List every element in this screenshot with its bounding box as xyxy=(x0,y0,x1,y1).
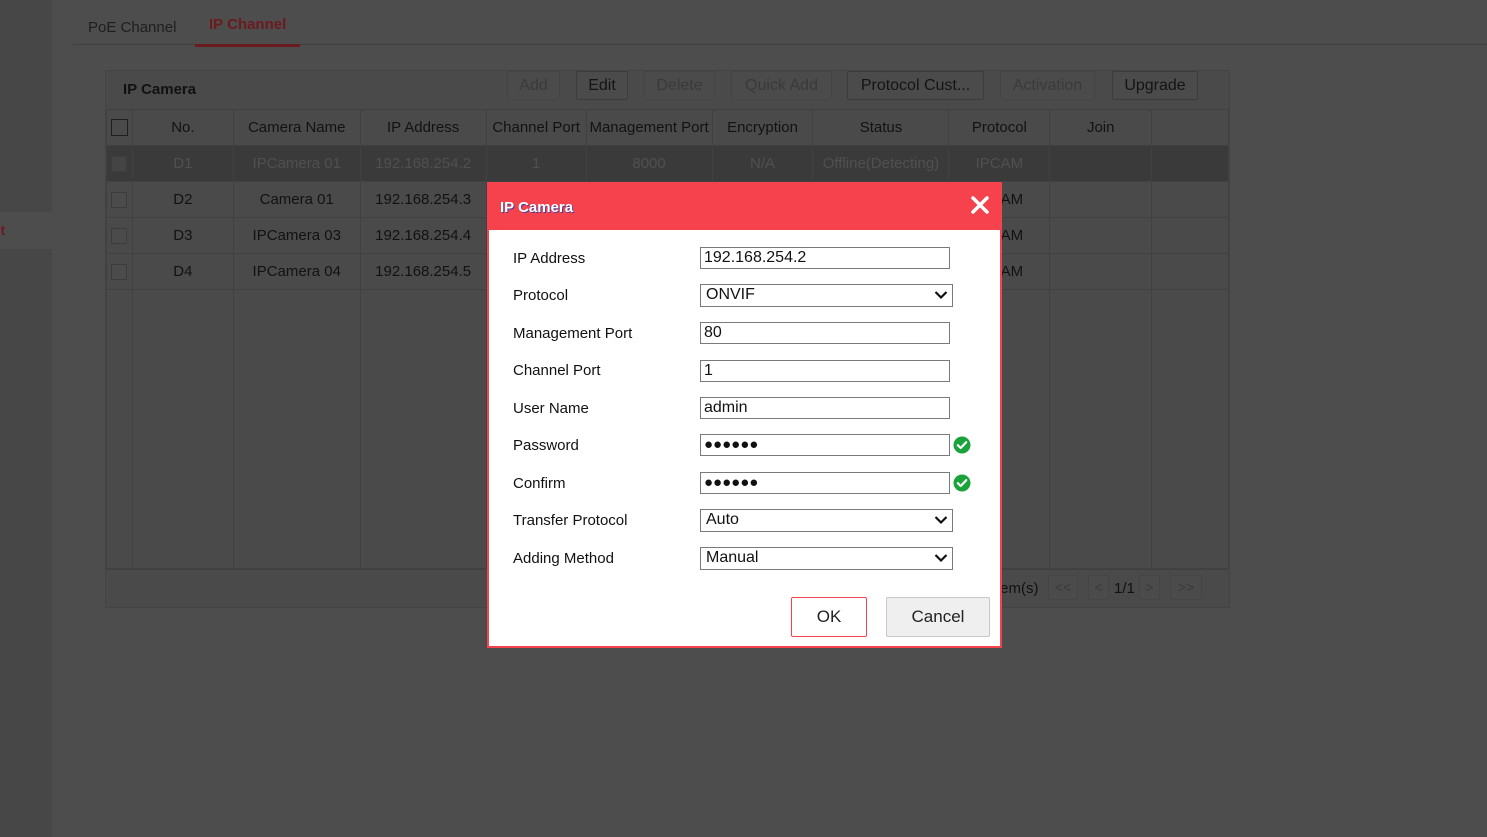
column-header: Channel Port xyxy=(485,109,587,146)
cell-join xyxy=(1049,145,1153,182)
select-all-checkbox[interactable] xyxy=(110,119,128,137)
table-row[interactable]: D1 IPCamera 01 192.168.254.2 1 8000 N/A … xyxy=(106,145,1229,182)
sidebar: nt xyxy=(0,0,52,837)
check-circle-icon xyxy=(953,436,971,454)
cell-status: Offline(Detecting) xyxy=(812,145,950,182)
cell-camera-name: Camera 01 xyxy=(232,181,361,218)
channel-tabs: PoE Channel IP Channel xyxy=(73,0,1487,47)
cell-protocol: IPCAM xyxy=(948,145,1051,182)
cell-camera-name: IPCamera 04 xyxy=(232,253,361,290)
column-header: No. xyxy=(131,109,234,146)
protocol-value: ONVIF xyxy=(706,286,755,303)
password-label: Password xyxy=(513,437,579,454)
channel-port-input[interactable]: 1 xyxy=(700,360,950,382)
cell-camera-name: IPCamera 01 xyxy=(232,145,361,182)
edit-button[interactable]: Edit xyxy=(576,71,628,100)
transfer-protocol-value: Auto xyxy=(706,511,739,528)
password-input[interactable]: ●●●●●● xyxy=(700,434,950,456)
quick-add-button[interactable]: Quick Add xyxy=(731,71,832,100)
transfer-protocol-label: Transfer Protocol xyxy=(513,512,628,529)
adding-method-value: Manual xyxy=(706,549,759,566)
cell-extra xyxy=(1151,145,1229,182)
sidebar-item-label: nt xyxy=(0,222,6,238)
dialog-title: IP Camera xyxy=(500,199,574,216)
protocol-label: Protocol xyxy=(513,287,569,304)
column-header: Status xyxy=(812,109,950,146)
user-name-label: User Name xyxy=(513,400,589,417)
transfer-protocol-select[interactable]: Auto xyxy=(700,509,953,532)
column-header: IP Address xyxy=(359,109,487,146)
cell-ip-address: 192.168.254.4 xyxy=(359,217,487,254)
upgrade-button[interactable]: Upgrade xyxy=(1112,71,1198,100)
column-header: Management Port xyxy=(585,109,713,146)
cell-join xyxy=(1049,181,1153,218)
cell-no: D2 xyxy=(131,181,234,218)
page-indicator: 1/1 xyxy=(1114,580,1135,597)
cell-encryption: N/A xyxy=(711,145,814,182)
item-count-label: tem(s) xyxy=(996,580,1039,597)
cell-no: D1 xyxy=(131,145,234,182)
ok-button[interactable]: OK xyxy=(791,597,867,637)
sidebar-item-active[interactable]: nt xyxy=(0,212,52,249)
cell-no: D3 xyxy=(131,217,234,254)
delete-button[interactable]: Delete xyxy=(644,71,715,100)
chevron-down-icon xyxy=(934,554,948,563)
cell-extra xyxy=(1151,181,1229,218)
ip-address-input[interactable]: 192.168.254.2 xyxy=(700,247,950,269)
confirm-password-input[interactable]: ●●●●●● xyxy=(700,472,950,494)
ip-camera-dialog: IP Camera IP Address 192.168.254.2 Proto… xyxy=(487,182,1002,648)
table-header-row: No. Camera Name IP Address Channel Port … xyxy=(106,109,1229,146)
column-header xyxy=(1151,109,1229,146)
row-checkbox[interactable] xyxy=(111,192,128,209)
cell-join xyxy=(1049,217,1153,254)
cancel-button[interactable]: Cancel xyxy=(886,597,990,637)
column-header: Join xyxy=(1049,109,1153,146)
protocol-select[interactable]: ONVIF xyxy=(700,284,953,307)
cell-channel-port: 1 xyxy=(485,145,587,182)
chevron-down-icon xyxy=(934,291,948,300)
channel-port-label: Channel Port xyxy=(513,362,601,379)
column-header: Encryption xyxy=(711,109,814,146)
adding-method-select[interactable]: Manual xyxy=(700,547,953,570)
cell-ip-address: 192.168.254.3 xyxy=(359,181,487,218)
tab-poe-channel[interactable]: PoE Channel xyxy=(88,19,176,46)
first-page-button[interactable]: << xyxy=(1048,575,1078,600)
management-port-input[interactable]: 80 xyxy=(700,322,950,344)
check-circle-icon xyxy=(953,474,971,492)
column-header: Protocol xyxy=(948,109,1051,146)
last-page-button[interactable]: >> xyxy=(1170,575,1202,600)
dialog-header: IP Camera xyxy=(487,182,1002,230)
cell-no: D4 xyxy=(131,253,234,290)
cell-ip-address: 192.168.254.5 xyxy=(359,253,487,290)
cell-join xyxy=(1049,253,1153,290)
chevron-down-icon xyxy=(934,516,948,525)
tab-ip-channel[interactable]: IP Channel xyxy=(195,16,301,47)
add-button[interactable]: Add xyxy=(507,71,560,100)
activation-button[interactable]: Activation xyxy=(1000,71,1095,100)
prev-page-button[interactable]: < xyxy=(1088,575,1109,600)
cell-management-port: 8000 xyxy=(585,145,713,182)
adding-method-label: Adding Method xyxy=(513,550,614,567)
cell-camera-name: IPCamera 03 xyxy=(232,217,361,254)
protocol-custom-button[interactable]: Protocol Cust... xyxy=(847,71,984,100)
management-port-label: Management Port xyxy=(513,325,633,342)
next-page-button[interactable]: > xyxy=(1139,575,1160,600)
panel-title: IP Camera xyxy=(123,81,197,98)
header-select-all[interactable] xyxy=(106,109,133,146)
row-checkbox[interactable] xyxy=(111,156,128,173)
column-header: Camera Name xyxy=(232,109,361,146)
close-icon[interactable] xyxy=(968,193,992,217)
ip-address-label: IP Address xyxy=(513,250,586,267)
row-checkbox[interactable] xyxy=(111,228,128,245)
cell-ip-address: 192.168.254.2 xyxy=(359,145,487,182)
user-name-input[interactable]: admin xyxy=(700,397,950,419)
cell-extra xyxy=(1151,253,1229,290)
confirm-label: Confirm xyxy=(513,475,566,492)
row-checkbox[interactable] xyxy=(111,264,128,281)
cell-extra xyxy=(1151,217,1229,254)
